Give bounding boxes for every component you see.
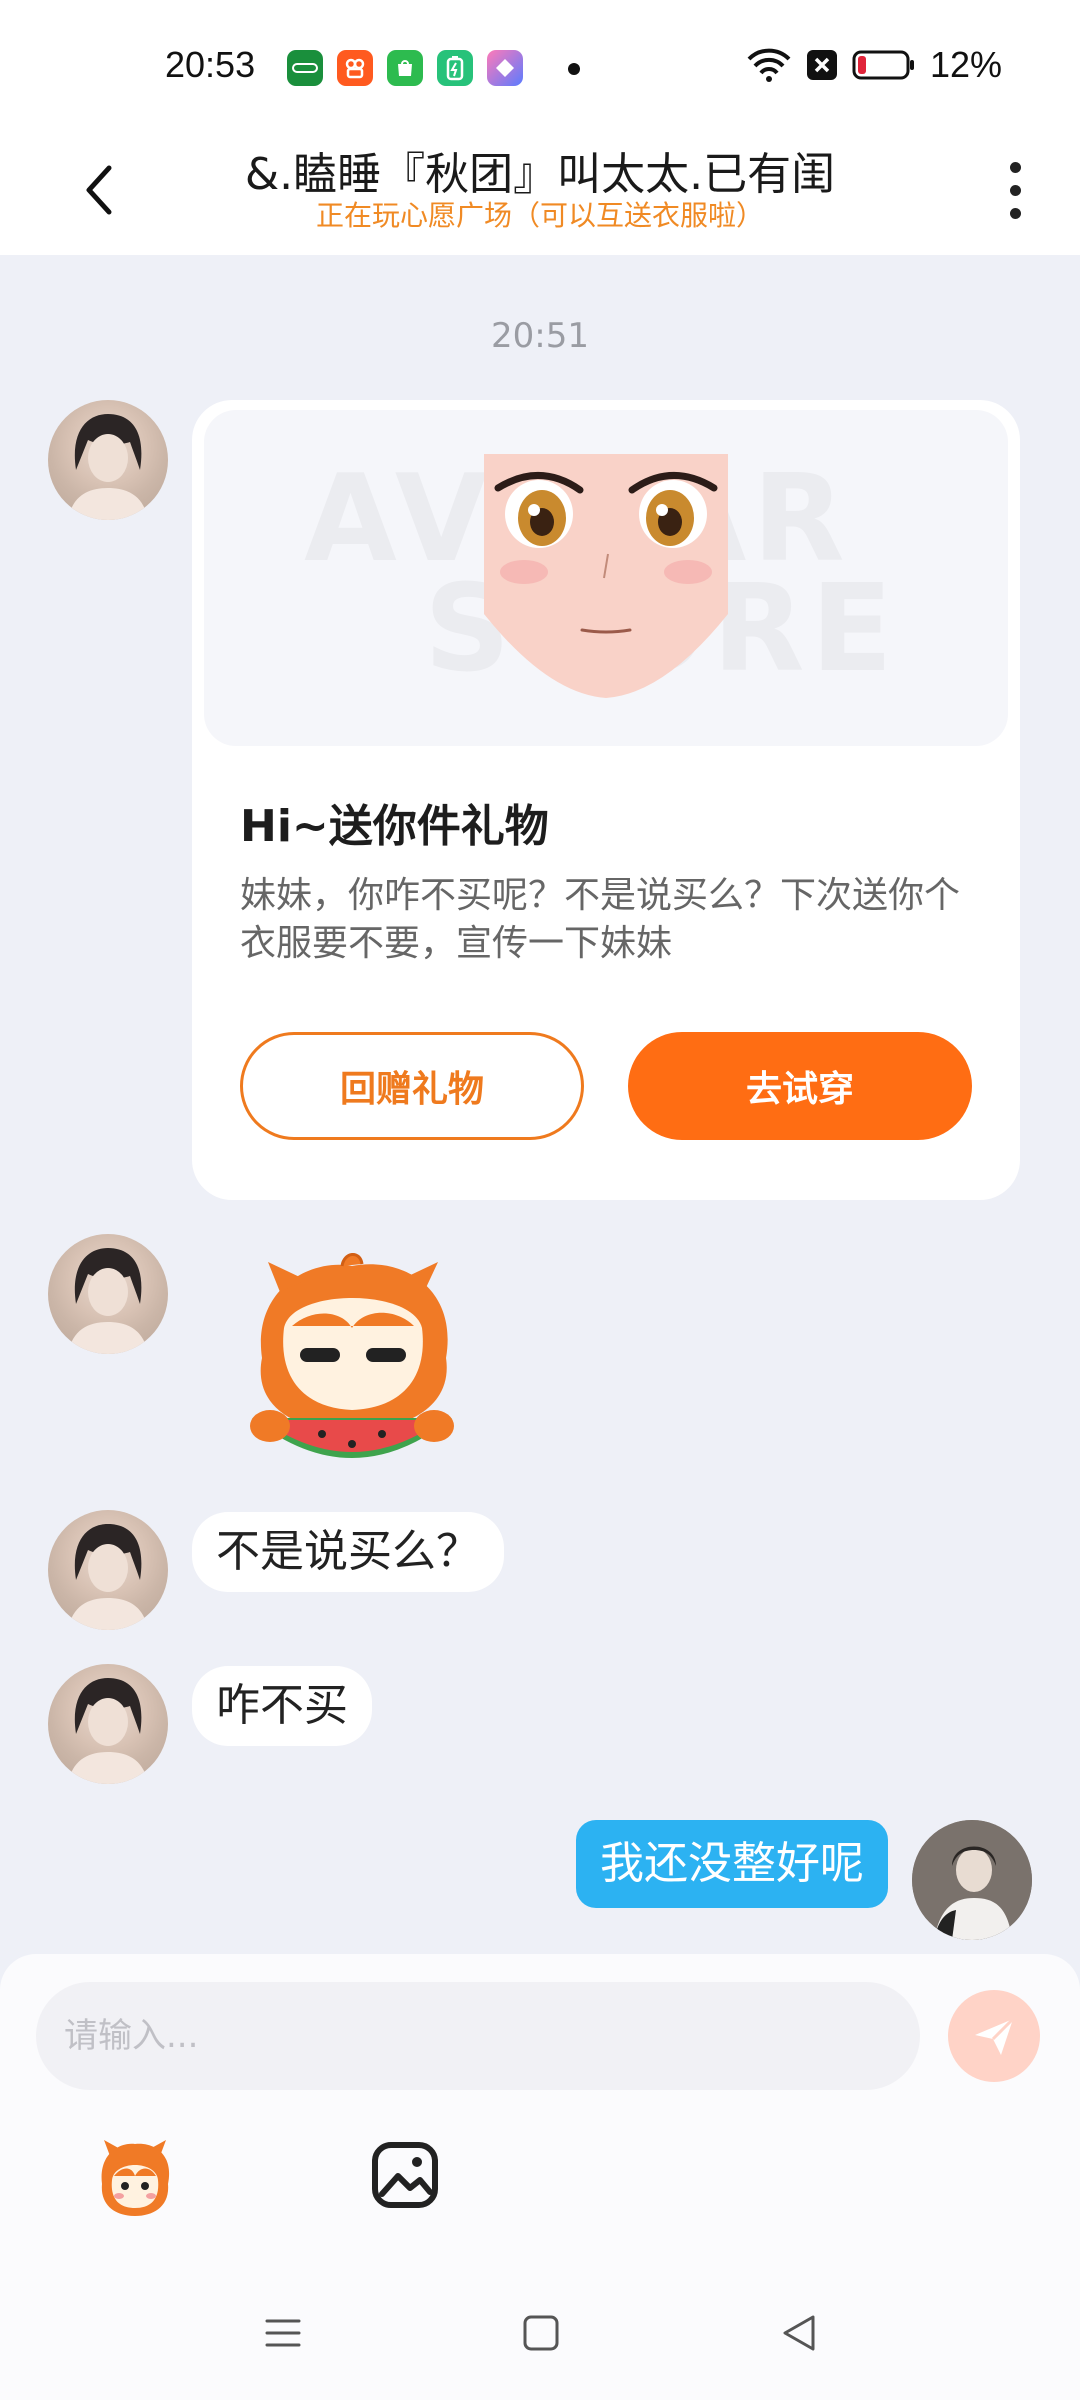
menu-icon bbox=[265, 2319, 301, 2347]
chat-header: &.瞌睡『秋团』叫太太.已有闺 正在玩心愿广场（可以互送衣服啦） bbox=[0, 130, 1080, 255]
notification-dot bbox=[568, 63, 580, 75]
more-options-button[interactable] bbox=[1000, 152, 1030, 228]
avatar-photo bbox=[68, 1678, 148, 1784]
message-bubble[interactable]: 不是说买么？ bbox=[192, 1512, 504, 1592]
oppo-store-icon bbox=[287, 50, 323, 86]
more-dot-icon bbox=[1009, 207, 1021, 219]
sticker-emoji-button-icon[interactable] bbox=[92, 2136, 178, 2222]
status-right: 12% bbox=[746, 44, 1002, 86]
status-bar: 20:53 12% bbox=[0, 0, 1080, 130]
notification-app-icons bbox=[287, 50, 523, 86]
gift-card-description: 妹妹，你咋不买呢？不是说买么？下次送你个衣服要不要，宣传一下妹妹 bbox=[240, 875, 961, 964]
status-time: 20:53 bbox=[165, 44, 256, 85]
anime-face-image bbox=[484, 454, 728, 698]
return-gift-button[interactable]: 回赠礼物 bbox=[240, 1032, 584, 1140]
image-picker-icon[interactable] bbox=[370, 2140, 440, 2210]
watermelon-sticker-image[interactable] bbox=[232, 1248, 472, 1476]
system-navigation-bar bbox=[0, 2260, 1080, 2400]
send-button[interactable] bbox=[948, 1990, 1040, 2082]
battery-icon bbox=[852, 50, 914, 80]
chat-subtitle[interactable]: 正在玩心愿广场（可以互送衣服啦） bbox=[180, 194, 900, 234]
avatar-photo bbox=[912, 1820, 1032, 1940]
send-icon bbox=[975, 2017, 1015, 2055]
more-dot-icon bbox=[1009, 184, 1021, 196]
chat-title: &.瞌睡『秋团』叫太太.已有闺 bbox=[244, 149, 836, 200]
back-nav-button[interactable] bbox=[776, 2310, 822, 2356]
menu-nav-button[interactable] bbox=[260, 2310, 306, 2356]
my-message-bubble[interactable]: 我还没整好呢 bbox=[576, 1820, 888, 1908]
try-on-button[interactable]: 去试穿 bbox=[628, 1032, 972, 1140]
more-dot-icon bbox=[1009, 161, 1021, 173]
gift-card[interactable]: AVATAR STORE Hi~送你件礼物 妹妹，你咋不买呢？不是说买么？下次送… bbox=[192, 400, 1020, 1200]
no-sim-icon bbox=[806, 50, 837, 80]
back-button[interactable] bbox=[68, 150, 128, 230]
home-square-icon bbox=[523, 2315, 559, 2351]
contact-avatar[interactable] bbox=[48, 1664, 168, 1784]
avatar-photo bbox=[68, 414, 148, 520]
gift-card-title: Hi~送你件礼物 bbox=[240, 801, 549, 852]
contact-avatar[interactable] bbox=[48, 400, 168, 520]
home-nav-button[interactable] bbox=[518, 2310, 564, 2356]
contact-avatar[interactable] bbox=[48, 1234, 168, 1354]
wifi-icon bbox=[747, 48, 791, 82]
chevron-left-icon bbox=[86, 165, 112, 215]
message-input[interactable] bbox=[36, 1982, 920, 2090]
avatar-photo bbox=[68, 1248, 148, 1354]
battery-app-icon bbox=[437, 50, 473, 86]
kuaishou-icon bbox=[337, 50, 373, 86]
message-timestamp: 20:51 bbox=[491, 316, 589, 356]
avatar-photo bbox=[68, 1524, 148, 1630]
contact-avatar[interactable] bbox=[48, 1510, 168, 1630]
app-market-icon bbox=[387, 50, 423, 86]
battery-percent: 12% bbox=[929, 44, 1002, 85]
message-bubble[interactable]: 咋不买 bbox=[192, 1666, 372, 1746]
my-avatar[interactable] bbox=[912, 1820, 1032, 1940]
back-triangle-icon bbox=[783, 2315, 815, 2351]
gift-preview-image: AVATAR STORE bbox=[204, 410, 1008, 746]
shortcut-app-icon bbox=[487, 50, 523, 86]
